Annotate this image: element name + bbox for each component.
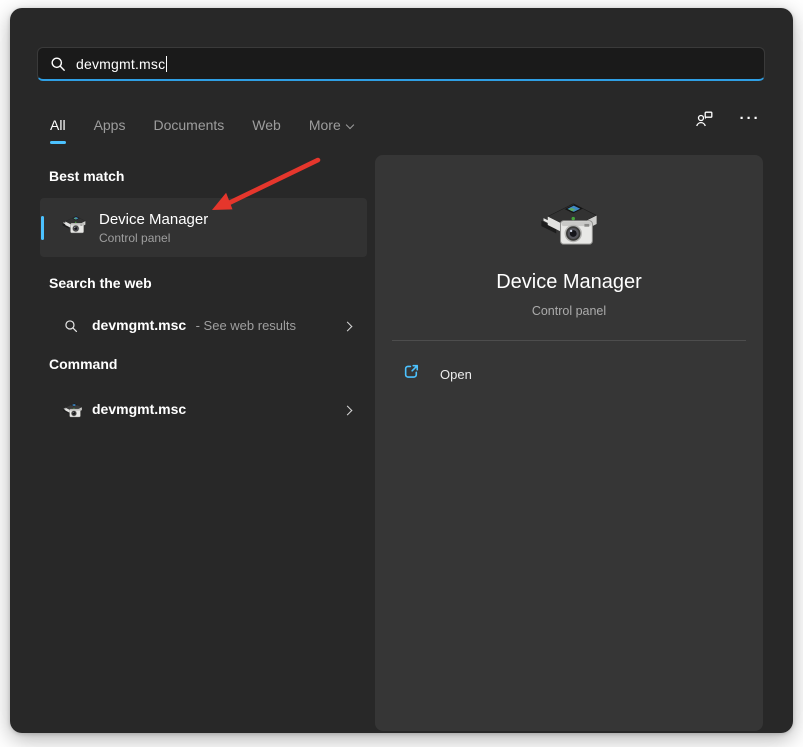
selection-accent-bar [41, 216, 45, 240]
open-action[interactable]: Open [385, 355, 753, 393]
best-match-item[interactable]: Device Manager Control panel [40, 198, 367, 257]
feedback-icon[interactable] [691, 106, 717, 132]
tab-apps[interactable]: Apps [93, 115, 127, 135]
windows-search-flyout: devmgmt.msc All Apps Documents Web More … [10, 8, 793, 733]
chevron-right-icon[interactable] [343, 321, 353, 331]
tab-web[interactable]: Web [251, 115, 282, 135]
divider [392, 340, 746, 341]
text-caret [166, 56, 167, 72]
chevron-down-icon [346, 121, 354, 129]
preview-panel: Device Manager Control panel Open [375, 155, 763, 731]
search-input[interactable]: devmgmt.msc [37, 47, 765, 81]
web-result-row[interactable]: devmgmt.msc - See web results [40, 306, 367, 346]
search-icon [64, 319, 78, 333]
section-command: Command [49, 356, 117, 372]
chevron-right-icon[interactable] [343, 405, 353, 415]
preview-subtitle: Control panel [375, 304, 763, 318]
preview-title: Device Manager [375, 271, 763, 294]
tab-more[interactable]: More [308, 115, 354, 135]
device-manager-icon [60, 211, 88, 244]
header-actions: ··· [691, 106, 763, 132]
open-label: Open [440, 367, 472, 382]
more-options-button[interactable]: ··· [737, 106, 763, 132]
best-match-subtitle: Control panel [99, 231, 208, 245]
search-icon [50, 56, 66, 72]
search-query-text: devmgmt.msc [76, 56, 165, 72]
section-search-the-web: Search the web [49, 275, 152, 291]
section-best-match: Best match [49, 168, 124, 184]
web-query-text: devmgmt.msc [92, 317, 186, 333]
command-text: devmgmt.msc [92, 401, 186, 417]
tab-all[interactable]: All [49, 115, 67, 135]
best-match-title: Device Manager [99, 211, 208, 228]
device-manager-icon-large [535, 191, 603, 264]
search-filter-tabs: All Apps Documents Web More [49, 110, 354, 140]
device-manager-icon [61, 399, 84, 422]
open-external-icon [403, 363, 420, 385]
web-suffix-text: - See web results [196, 318, 296, 333]
command-result-row[interactable]: devmgmt.msc [40, 390, 367, 430]
tab-documents[interactable]: Documents [152, 115, 225, 135]
ellipsis-icon: ··· [740, 114, 761, 124]
